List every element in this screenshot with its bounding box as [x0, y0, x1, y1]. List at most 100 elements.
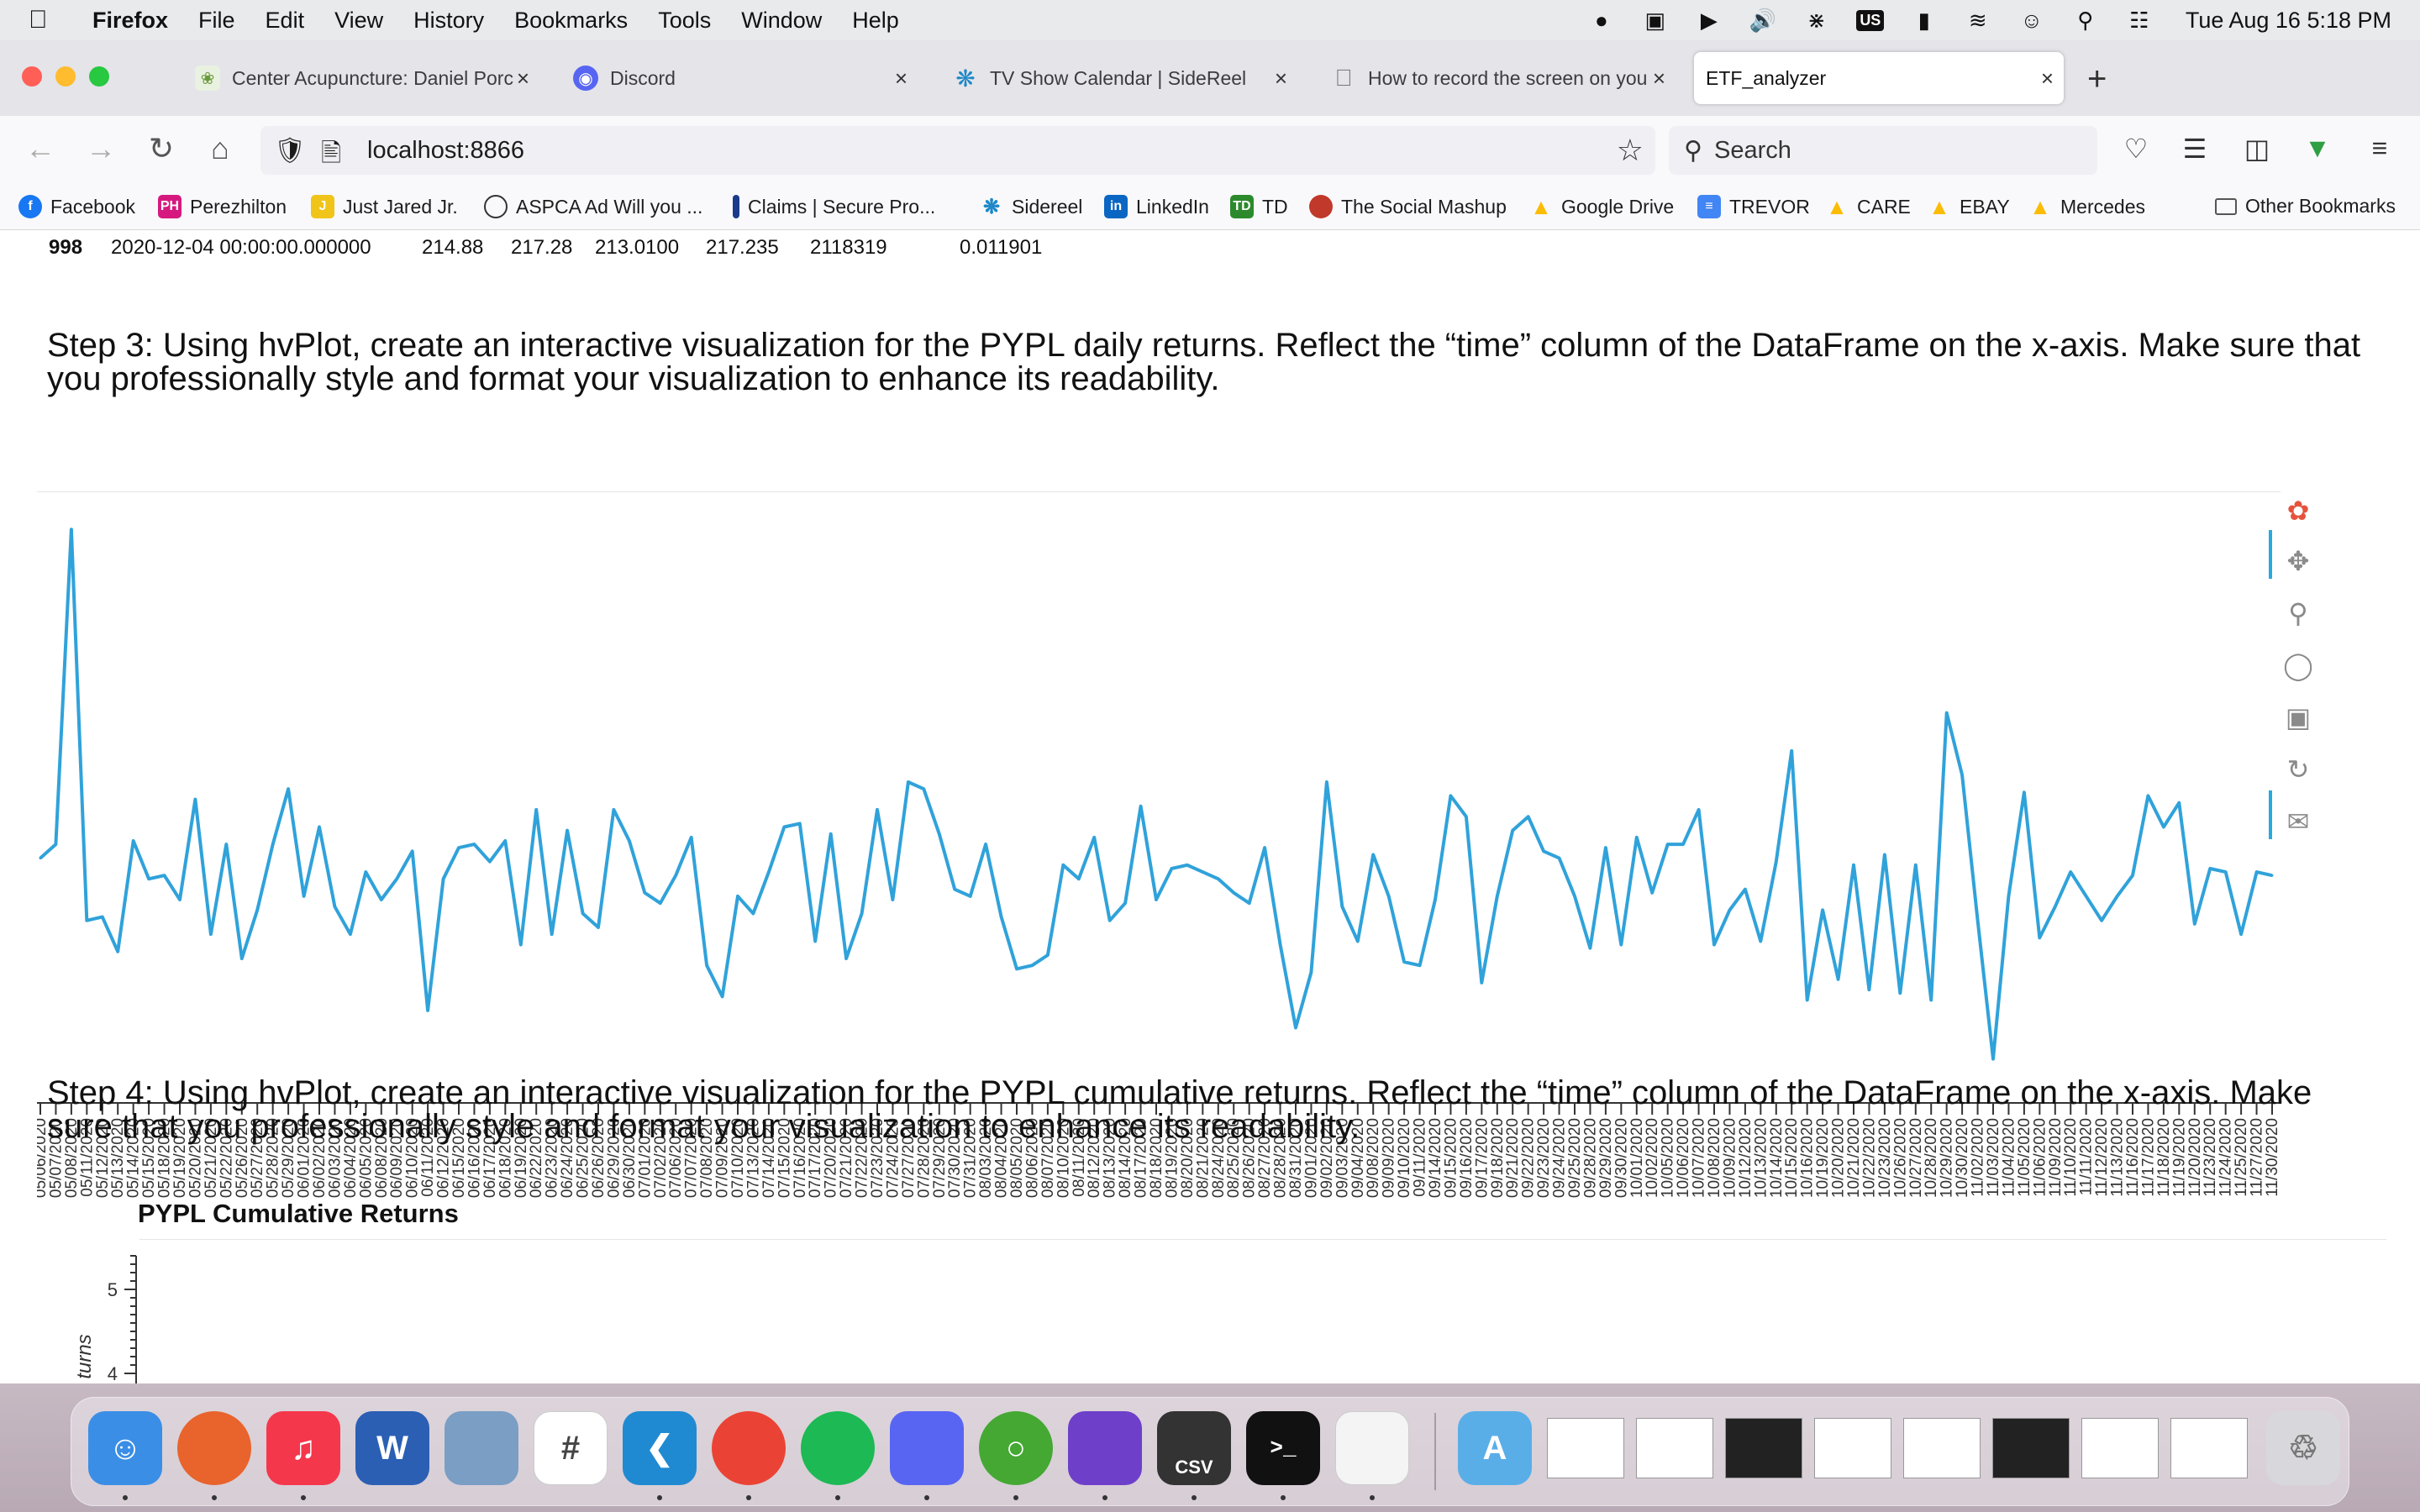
- data-point[interactable]: [2224, 870, 2228, 874]
- library-icon[interactable]: ☰: [2176, 133, 2213, 165]
- data-point[interactable]: [876, 808, 879, 811]
- data-point[interactable]: [2100, 919, 2103, 922]
- data-point[interactable]: [643, 891, 646, 895]
- data-point[interactable]: [2239, 932, 2243, 936]
- data-point[interactable]: [271, 843, 275, 846]
- apple-menu-icon[interactable]: : [29, 6, 69, 34]
- data-point[interactable]: [442, 877, 445, 880]
- data-point[interactable]: [318, 826, 321, 828]
- bookmark-linkedin[interactable]: in LinkedIn: [1104, 195, 1209, 218]
- data-point[interactable]: [751, 912, 755, 915]
- data-point[interactable]: [1186, 864, 1189, 867]
- data-point[interactable]: [2038, 936, 2041, 939]
- data-point[interactable]: [2069, 870, 2072, 874]
- sidebar-toggle-icon[interactable]: ◫: [2238, 133, 2275, 165]
- minimized-window-thumbnail[interactable]: [1636, 1418, 1713, 1478]
- data-point[interactable]: [2255, 870, 2259, 874]
- data-point[interactable]: [287, 787, 290, 790]
- csv-file-icon[interactable]: CSV: [1157, 1411, 1231, 1485]
- bookmark-google-drive[interactable]: ▲ Google Drive: [1529, 194, 1674, 219]
- data-point[interactable]: [503, 839, 507, 843]
- data-point[interactable]: [1108, 919, 1112, 922]
- data-point[interactable]: [411, 849, 414, 853]
- data-point[interactable]: [1015, 967, 1018, 970]
- new-tab-plus-icon[interactable]: +: [2087, 60, 2107, 98]
- close-tab-icon[interactable]: ×: [1275, 66, 1287, 92]
- data-point[interactable]: [1588, 947, 1591, 950]
- data-point[interactable]: [1170, 867, 1173, 870]
- cumulative-returns-chart[interactable]: 5 4 turns: [67, 1239, 2386, 1383]
- wifi-icon[interactable]: ≋: [1964, 8, 1992, 33]
- data-point[interactable]: [798, 822, 802, 825]
- wheel-zoom-icon[interactable]: ◯: [2281, 648, 2316, 683]
- data-point[interactable]: [581, 912, 585, 915]
- data-point[interactable]: [1744, 888, 1747, 891]
- data-point[interactable]: [2054, 905, 2057, 908]
- data-point[interactable]: [457, 846, 460, 849]
- creative-cloud-icon[interactable]: ●: [1587, 8, 1616, 33]
- data-point[interactable]: [1527, 815, 1530, 818]
- data-point[interactable]: [907, 780, 910, 784]
- menu-app-name[interactable]: Firefox: [92, 8, 168, 34]
- data-point[interactable]: [333, 905, 336, 908]
- bookmark-sidereel[interactable]: ❋ Sidereel: [980, 195, 1082, 218]
- search-input[interactable]: ⚲ Search: [1669, 126, 2097, 175]
- tab-etf-analyzer[interactable]: ETF_analyzer ×: [1694, 52, 2064, 104]
- data-point[interactable]: [1294, 1026, 1297, 1029]
- minimized-window-thumbnail[interactable]: [1992, 1418, 2070, 1478]
- data-point[interactable]: [1356, 940, 1360, 942]
- url-text[interactable]: localhost:8866: [367, 137, 524, 165]
- firefox-icon[interactable]: [177, 1411, 251, 1485]
- bookmark-perezhilton[interactable]: PH Perezhilton: [158, 195, 287, 218]
- data-point[interactable]: [597, 926, 600, 929]
- menu-file[interactable]: File: [198, 8, 235, 34]
- close-tab-icon[interactable]: ×: [895, 66, 908, 92]
- data-point[interactable]: [1635, 836, 1639, 839]
- data-point[interactable]: [1697, 808, 1701, 811]
- data-point[interactable]: [1650, 891, 1654, 895]
- bookmark-mercedes[interactable]: ▲ Mercedes: [2028, 194, 2145, 219]
- data-point[interactable]: [1712, 943, 1716, 947]
- zoom-window-button[interactable]: [89, 66, 109, 87]
- data-point[interactable]: [1139, 805, 1143, 808]
- data-point[interactable]: [844, 957, 848, 960]
- data-point[interactable]: [860, 912, 864, 915]
- extension-shield-icon[interactable]: ▼: [2299, 133, 2336, 164]
- user-account-icon[interactable]: ☺: [2018, 8, 2046, 33]
- data-point[interactable]: [193, 798, 197, 801]
- volume-icon[interactable]: 🔊: [1749, 8, 1777, 33]
- data-point[interactable]: [1077, 877, 1081, 880]
- data-point[interactable]: [782, 826, 786, 828]
- data-point[interactable]: [534, 808, 538, 811]
- menu-help[interactable]: Help: [852, 8, 899, 34]
- textedit-icon[interactable]: [1335, 1411, 1409, 1485]
- menu-tools[interactable]: Tools: [658, 8, 711, 34]
- anaconda-icon[interactable]: ○: [979, 1411, 1053, 1485]
- daily-returns-series-line[interactable]: [39, 528, 2273, 1061]
- data-point[interactable]: [178, 898, 182, 901]
- hamburger-menu-icon[interactable]: ≡: [2361, 133, 2398, 164]
- data-point[interactable]: [1123, 901, 1127, 905]
- data-point[interactable]: [1960, 774, 1964, 777]
- data-point[interactable]: [364, 870, 367, 874]
- data-point[interactable]: [1883, 853, 1886, 856]
- bookmark-td[interactable]: TD TD: [1230, 195, 1288, 218]
- data-point[interactable]: [1248, 901, 1251, 905]
- data-point[interactable]: [690, 836, 693, 839]
- tracking-shield-icon[interactable]: 🛡: [274, 136, 306, 165]
- bookmark-trevor[interactable]: ≡ TREVOR: [1697, 195, 1810, 218]
- data-point[interactable]: [1046, 953, 1050, 957]
- url-bar[interactable]: 🛡 🖹 localhost:8866 ☆: [260, 126, 1655, 175]
- data-point[interactable]: [1092, 836, 1096, 839]
- data-point[interactable]: [1666, 843, 1670, 846]
- battery-icon[interactable]: ▮: [1910, 8, 1939, 33]
- data-point[interactable]: [255, 908, 259, 911]
- data-point[interactable]: [2193, 922, 2196, 926]
- back-arrow-icon[interactable]: ←: [20, 131, 60, 166]
- data-point[interactable]: [1573, 895, 1576, 898]
- data-point[interactable]: [380, 898, 383, 901]
- menu-view[interactable]: View: [334, 8, 383, 34]
- slack-icon[interactable]: #: [534, 1411, 608, 1485]
- menu-window[interactable]: Window: [741, 8, 822, 34]
- data-point[interactable]: [1340, 905, 1344, 908]
